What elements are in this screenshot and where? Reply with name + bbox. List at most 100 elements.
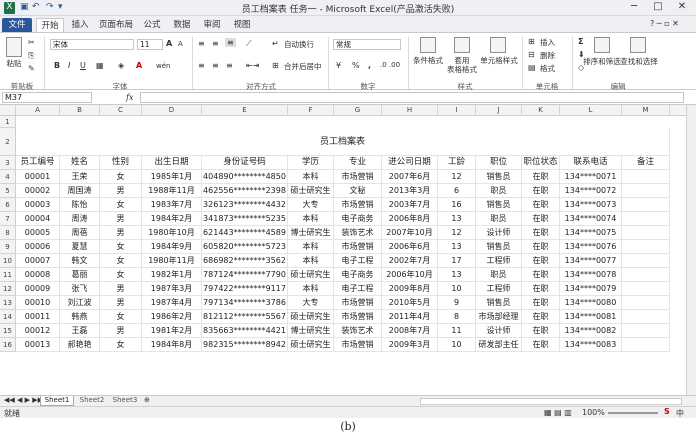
sheet-tab-sheet3[interactable]: Sheet3 <box>108 396 142 406</box>
table-cell[interactable] <box>622 282 670 296</box>
table-cell[interactable]: 134****0074 <box>560 212 622 226</box>
table-cell[interactable]: 2006年6月 <box>382 240 438 254</box>
table-cell[interactable]: 1980年11月 <box>142 254 202 268</box>
align-right-icon[interactable]: ≡ <box>226 61 233 70</box>
new-sheet-icon[interactable]: ⊕ <box>144 396 150 404</box>
table-cell[interactable]: 686982********3562 <box>202 254 288 268</box>
table-cell[interactable]: 女 <box>100 338 142 352</box>
table-cell[interactable]: 462556********2398 <box>202 184 288 198</box>
tab-data[interactable]: 数据 <box>170 18 194 32</box>
table-cell[interactable]: 2006年10月 <box>382 268 438 282</box>
merge-center-button[interactable]: 合并后居中 <box>284 62 322 71</box>
table-cell[interactable]: 女 <box>100 240 142 254</box>
table-cell[interactable] <box>622 338 670 352</box>
table-cell[interactable]: 134****0079 <box>560 282 622 296</box>
table-cell[interactable]: 男 <box>100 212 142 226</box>
table-cell[interactable] <box>622 296 670 310</box>
table-cell[interactable]: 134****0073 <box>560 198 622 212</box>
find-select-button[interactable]: 查找和选择 <box>620 57 658 66</box>
table-cell[interactable]: 市场营销 <box>334 198 382 212</box>
border-icon[interactable]: ▦ <box>96 61 104 70</box>
sort-filter-button[interactable]: 排序和筛选 <box>583 57 621 66</box>
table-cell[interactable]: 市场营销 <box>334 240 382 254</box>
tab-insert[interactable]: 插入 <box>68 18 92 32</box>
table-cell[interactable]: 6 <box>438 184 476 198</box>
number-format-select[interactable]: 常规 <box>333 39 401 50</box>
font-name-select[interactable]: 宋体 <box>50 39 134 50</box>
table-cell[interactable]: 在职 <box>522 254 560 268</box>
table-cell[interactable]: 男 <box>100 282 142 296</box>
table-cell[interactable]: 在职 <box>522 310 560 324</box>
table-cell[interactable]: 1987年3月 <box>142 282 202 296</box>
table-cell[interactable]: 硕士研究生 <box>288 268 334 282</box>
table-cell[interactable]: 2007年6月 <box>382 170 438 184</box>
header-cell[interactable]: 专业 <box>334 156 382 170</box>
grow-font-button[interactable]: A <box>166 39 172 48</box>
table-cell[interactable]: 12 <box>438 170 476 184</box>
row-header[interactable]: 16 <box>0 338 16 352</box>
table-cell[interactable]: 787124********7790 <box>202 268 288 282</box>
table-cell[interactable]: 797422********9117 <box>202 282 288 296</box>
table-cell[interactable]: 本科 <box>288 170 334 184</box>
row-header[interactable]: 13 <box>0 296 16 310</box>
header-cell[interactable]: 职位状态 <box>522 156 560 170</box>
table-cell[interactable]: 1985年1月 <box>142 170 202 184</box>
table-cell[interactable]: 1984年2月 <box>142 212 202 226</box>
table-cell[interactable]: 134****0071 <box>560 170 622 184</box>
table-cell[interactable]: 605820********5723 <box>202 240 288 254</box>
table-cell[interactable]: 销售员 <box>476 296 522 310</box>
table-cell[interactable]: 1984年8月 <box>142 338 202 352</box>
row-header[interactable]: 10 <box>0 254 16 268</box>
table-cell[interactable]: 13 <box>438 240 476 254</box>
table-cell[interactable]: 1984年9月 <box>142 240 202 254</box>
tab-view[interactable]: 视图 <box>230 18 254 32</box>
table-cell[interactable]: 2006年8月 <box>382 212 438 226</box>
column-header[interactable]: A <box>16 105 60 116</box>
table-cell[interactable]: 134****0077 <box>560 254 622 268</box>
table-cell[interactable]: 2009年8月 <box>382 282 438 296</box>
table-cell[interactable]: 812112********5567 <box>202 310 288 324</box>
table-cell[interactable]: 男 <box>100 324 142 338</box>
table-cell[interactable]: 男 <box>100 296 142 310</box>
view-buttons-icon[interactable]: ▦ ▤ ▥ <box>544 408 572 417</box>
table-cell[interactable]: 本科 <box>288 282 334 296</box>
table-cell[interactable]: 1982年1月 <box>142 268 202 282</box>
table-cell[interactable]: 销售员 <box>476 170 522 184</box>
currency-icon[interactable]: ¥ <box>336 61 341 70</box>
zoom-level[interactable]: 100% <box>582 408 605 417</box>
select-all-corner[interactable] <box>0 105 16 116</box>
cell-styles-icon[interactable] <box>490 37 506 53</box>
wrap-text-icon[interactable]: ↵ <box>272 39 279 48</box>
paste-button[interactable]: 粘贴 <box>3 59 25 68</box>
table-cell[interactable]: 12 <box>438 226 476 240</box>
align-top-icon[interactable]: ≡ <box>198 39 205 48</box>
table-cell[interactable]: 134****0078 <box>560 268 622 282</box>
table-cell[interactable]: 1983年7月 <box>142 198 202 212</box>
table-cell[interactable]: 本科 <box>288 240 334 254</box>
table-cell[interactable] <box>622 324 670 338</box>
header-cell[interactable]: 出生日期 <box>142 156 202 170</box>
table-cell[interactable]: 在职 <box>522 338 560 352</box>
paste-icon[interactable] <box>6 37 22 57</box>
table-cell[interactable]: 00012 <box>16 324 60 338</box>
table-cell[interactable]: 00007 <box>16 254 60 268</box>
row-header[interactable]: 3 <box>0 156 16 170</box>
format-painter-icon[interactable]: ✎ <box>28 64 35 73</box>
table-cell[interactable]: 电子商务 <box>334 268 382 282</box>
indent-icon[interactable]: ⇤⇥ <box>246 61 259 70</box>
row-header[interactable]: 12 <box>0 282 16 296</box>
table-cell[interactable]: 00008 <box>16 268 60 282</box>
row-header[interactable]: 1 <box>0 116 16 128</box>
format-as-table-button[interactable]: 套用 表格格式 <box>444 56 480 74</box>
table-cell[interactable]: 00006 <box>16 240 60 254</box>
format-cells-button[interactable]: 格式 <box>540 64 555 73</box>
table-cell[interactable]: 韩燕 <box>60 310 100 324</box>
merge-icon[interactable]: ⊞ <box>272 61 279 70</box>
table-cell[interactable] <box>622 240 670 254</box>
conditional-format-button[interactable]: 条件格式 <box>410 56 446 65</box>
table-cell[interactable] <box>622 254 670 268</box>
table-cell[interactable]: 本科 <box>288 254 334 268</box>
column-header[interactable]: H <box>382 105 438 116</box>
table-cell[interactable]: 王磊 <box>60 324 100 338</box>
delete-cells-button[interactable]: 删除 <box>540 51 555 60</box>
